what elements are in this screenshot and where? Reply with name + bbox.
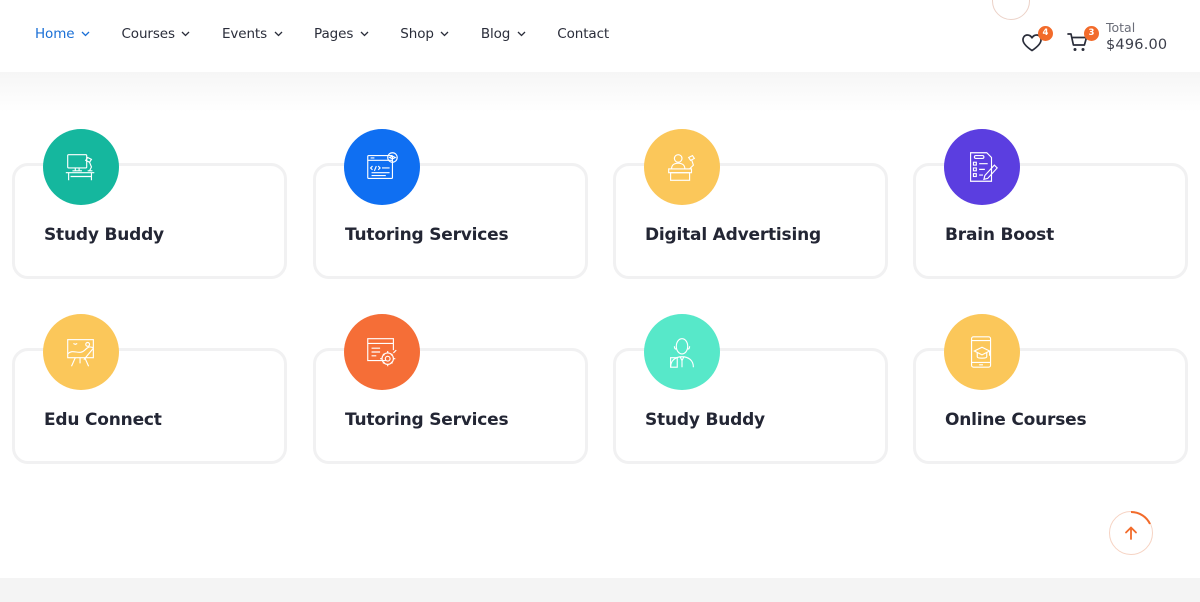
easel-painting-icon bbox=[43, 314, 119, 390]
nav-item-label: Blog bbox=[480, 26, 511, 42]
cart-total[interactable]: Total $496.00 bbox=[1106, 20, 1167, 55]
document-gear-icon bbox=[344, 314, 420, 390]
main-nav: Home Courses Events Pages Shop Blog Cont… bbox=[35, 26, 640, 42]
chevron-down-icon bbox=[516, 29, 526, 39]
cart-total-label: Total bbox=[1106, 20, 1136, 35]
service-title: Study Buddy bbox=[44, 225, 164, 245]
wishlist-button[interactable]: 4 bbox=[1020, 24, 1053, 51]
scroll-to-top-button[interactable] bbox=[1109, 510, 1153, 555]
nav-item-contact[interactable]: Contact bbox=[557, 26, 609, 42]
service-title: Digital Advertising bbox=[645, 225, 821, 245]
nav-item-shop[interactable]: Shop bbox=[400, 26, 450, 42]
service-title: Brain Boost bbox=[945, 225, 1055, 245]
cart-total-value: $496.00 bbox=[1106, 37, 1168, 53]
code-window-icon bbox=[344, 129, 420, 205]
nav-item-label: Shop bbox=[400, 26, 434, 42]
chevron-down-icon bbox=[440, 29, 450, 39]
teacher-desk-icon bbox=[644, 129, 720, 205]
service-title: Edu Connect bbox=[44, 410, 162, 430]
nav-item-label: Events bbox=[221, 26, 268, 42]
chevron-down-icon bbox=[181, 29, 191, 39]
nav-item-events[interactable]: Events bbox=[222, 26, 283, 42]
service-title: Tutoring Services bbox=[345, 225, 509, 245]
chevron-down-icon bbox=[359, 29, 369, 39]
cart-count-badge: 3 bbox=[1084, 25, 1099, 41]
service-title: Study Buddy bbox=[645, 410, 765, 430]
scroll-progress-ring bbox=[1130, 510, 1151, 525]
service-title: Online Courses bbox=[945, 410, 1087, 430]
cart-button[interactable]: 3 bbox=[1066, 24, 1099, 51]
service-title: Tutoring Services bbox=[345, 410, 509, 430]
chevron-down-icon bbox=[273, 29, 283, 39]
nav-item-label: Courses bbox=[121, 26, 175, 42]
chevron-down-icon bbox=[80, 29, 90, 39]
nav-item-label: Home bbox=[35, 26, 75, 42]
footer-strip bbox=[0, 578, 1200, 602]
checklist-pencil-icon bbox=[944, 129, 1020, 205]
nav-item-home[interactable]: Home bbox=[35, 26, 90, 42]
nav-item-courses[interactable]: Courses bbox=[121, 26, 190, 42]
tutor-person-icon bbox=[644, 314, 720, 390]
desk-computer-icon bbox=[43, 129, 119, 205]
nav-item-blog[interactable]: Blog bbox=[481, 26, 526, 42]
header-actions: 4 3 Total $496.00 bbox=[1020, 18, 1167, 55]
header-shadow bbox=[0, 72, 1200, 112]
nav-item-label: Pages bbox=[314, 26, 354, 42]
nav-item-label: Contact bbox=[557, 26, 610, 42]
wishlist-count-badge: 4 bbox=[1038, 25, 1053, 41]
tablet-graduation-cap-icon bbox=[944, 314, 1020, 390]
nav-item-pages[interactable]: Pages bbox=[314, 26, 369, 42]
